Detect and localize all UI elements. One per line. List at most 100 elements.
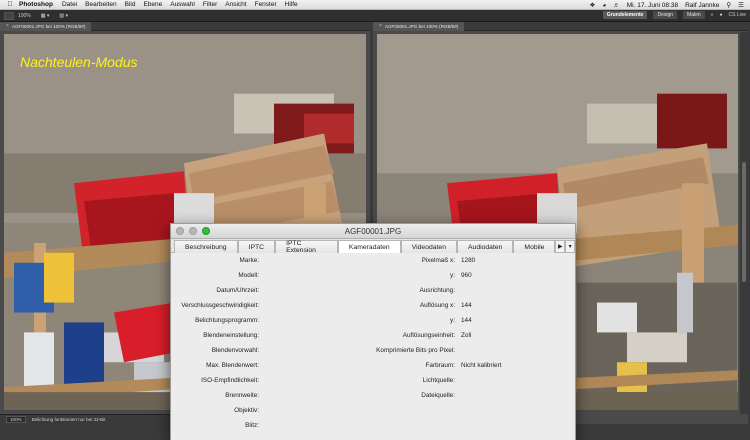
options-zoom[interactable]: 100%	[18, 13, 31, 19]
tab-scroll-right-icon[interactable]: ▶	[555, 240, 566, 253]
spotlight-icon[interactable]: ⚲	[726, 1, 731, 9]
field-row: Blendeneinstellung:	[171, 332, 265, 339]
field-label: ISO-Empfindlichkeit:	[201, 377, 259, 384]
tab-iptc-extension[interactable]: IPTC Extension	[275, 240, 338, 254]
field-label: Belichtungsprogramm:	[195, 317, 259, 324]
field-value: Nicht kalibriert	[461, 362, 502, 369]
field-value: 144	[461, 317, 472, 324]
apple-icon[interactable]: 	[5, 1, 15, 8]
tab-menu-chevron-down-icon[interactable]: ▾	[565, 240, 575, 253]
field-row: Marke:	[171, 257, 265, 264]
field-row: Belichtungsprogramm:	[171, 317, 265, 324]
field-label: Pixelmaß x:	[421, 257, 455, 264]
field-row: y: 960	[321, 272, 472, 279]
field-row: Blendenvorwahl:	[171, 347, 265, 354]
field-row: Objektiv:	[171, 407, 265, 414]
workspace-malen[interactable]: Malen	[683, 11, 705, 19]
menu-auswahl[interactable]: Auswahl	[170, 1, 195, 8]
field-label: Brennweite:	[225, 392, 259, 399]
cs-live-label[interactable]: CS Live	[728, 12, 746, 18]
field-value: Zoll	[461, 332, 472, 339]
field-row: Dateiquelle:	[321, 392, 461, 399]
status-text: Belichtung funktioniert nur bei 32-Bit	[31, 417, 106, 422]
workspace-design[interactable]: Design	[653, 11, 678, 19]
night-mode-label: Nachteulen-Modus	[20, 54, 138, 70]
close-tab-icon[interactable]: ×	[379, 23, 382, 29]
field-label: Blitz:	[245, 422, 259, 429]
menu-bild[interactable]: Bild	[125, 1, 136, 8]
field-label: y:	[450, 317, 455, 324]
menubar-user[interactable]: Ralf Jannke	[685, 2, 719, 9]
field-label: Dateiquelle:	[421, 392, 455, 399]
arrange-icon[interactable]: ▦ ▾	[41, 13, 50, 19]
document-tab-bar: × AGF00001.JPG bei 100% (RGB/8#)	[373, 21, 748, 31]
menu-fenster[interactable]: Fenster	[255, 1, 277, 8]
minimize-window-button[interactable]	[189, 227, 197, 235]
field-label: Blendenvorwahl:	[211, 347, 259, 354]
close-tab-icon[interactable]: ×	[6, 23, 9, 29]
menu-hilfe[interactable]: Hilfe	[285, 1, 298, 8]
field-value: 960	[461, 272, 472, 279]
menu-bar:  Photoshop Datei Bearbeiten Bild Ebene …	[0, 0, 750, 10]
field-row: Auflösungseinheit: Zoll	[321, 332, 472, 339]
field-row: Pixelmaß x: 1280	[321, 257, 476, 264]
zoom-window-button[interactable]	[202, 227, 210, 235]
field-value: 1280	[461, 257, 476, 264]
volume-icon[interactable]: ♬	[613, 2, 620, 9]
field-row: Ausrichtung:	[321, 287, 461, 294]
field-row: Farbraum: Nicht kalibriert	[321, 362, 502, 369]
field-row: Auflösung x: 144	[321, 302, 472, 309]
field-label: Blendeneinstellung:	[203, 332, 259, 339]
dropbox-icon[interactable]: ❖	[590, 1, 596, 9]
options-bar: 100% ▦ ▾ ▧ ▾ Grundelemente Design Malen …	[0, 10, 750, 22]
field-row: Verschlussgeschwindigkeit:	[171, 302, 265, 309]
document-tab-right[interactable]: × AGF00001.JPG bei 100% (RGB/8#)	[373, 21, 465, 31]
tab-beschreibung[interactable]: Beschreibung	[174, 240, 238, 253]
vertical-scrollbar[interactable]	[740, 32, 748, 414]
field-label: y:	[450, 272, 455, 279]
menu-ansicht[interactable]: Ansicht	[225, 1, 246, 8]
hand-tool-icon[interactable]	[4, 11, 14, 20]
wifi-icon[interactable]: ◕	[602, 2, 606, 9]
document-tab-bar: × AGF00001.JPG bei 100% (RGB/8#)	[0, 21, 370, 31]
menu-ebene[interactable]: Ebene	[143, 1, 162, 8]
field-row: Modell:	[171, 272, 265, 279]
menu-bearbeiten[interactable]: Bearbeiten	[85, 1, 116, 8]
menu-filter[interactable]: Filter	[203, 1, 217, 8]
screen:  Photoshop Datei Bearbeiten Bild Ebene …	[0, 0, 750, 440]
cs-live-icon[interactable]: ●	[719, 12, 722, 18]
menubar-datetime[interactable]: Mi. 17. Juni 08:38	[627, 2, 678, 9]
field-label: Objektiv:	[234, 407, 259, 414]
menu-app-name[interactable]: Photoshop	[19, 1, 53, 8]
field-row: Blitz:	[171, 422, 265, 429]
field-row: Lichtquelle:	[321, 377, 461, 384]
field-label: Datum/Uhrzeit:	[216, 287, 259, 294]
document-tab-label: AGF00001.JPG bei 100% (RGB/8#)	[384, 23, 459, 29]
dialog-titlebar[interactable]: AGF00001.JPG	[171, 224, 575, 239]
close-window-button[interactable]	[176, 227, 184, 235]
camera-data-panel: Marke: Modell: Datum/Uhrzeit: Verschluss…	[171, 253, 575, 440]
workspace-grundelemente[interactable]: Grundelemente	[602, 11, 648, 19]
field-label: Auflösungseinheit:	[402, 332, 455, 339]
field-label: Marke:	[239, 257, 259, 264]
list-icon[interactable]: ☰	[738, 1, 744, 9]
tab-videodaten[interactable]: Videodaten	[400, 240, 457, 253]
file-info-dialog: AGF00001.JPG Beschreibung IPTC IPTC Exte…	[170, 223, 576, 440]
field-label: Auflösung x:	[419, 302, 455, 309]
dialog-tabs: Beschreibung IPTC IPTC Extension Kamerad…	[171, 239, 575, 254]
tab-audiodaten[interactable]: Audiodaten	[457, 240, 514, 253]
scrollbar-thumb[interactable]	[742, 162, 746, 282]
tab-mobile[interactable]: Mobile	[513, 240, 556, 253]
field-row: Datum/Uhrzeit:	[171, 287, 265, 294]
status-zoom[interactable]: 100%	[6, 416, 26, 423]
field-row: Brennweite:	[171, 392, 265, 399]
screen-mode-icon[interactable]: ▧ ▾	[59, 13, 68, 19]
menu-datei[interactable]: Datei	[62, 1, 77, 8]
workspace-more[interactable]: »	[711, 12, 714, 18]
document-tab-left[interactable]: × AGF00001.JPG bei 100% (RGB/8#)	[0, 21, 92, 31]
field-label: Farbraum:	[425, 362, 455, 369]
field-row: y: 144	[321, 317, 472, 324]
field-label: Verschlussgeschwindigkeit:	[181, 302, 259, 309]
tab-kameradaten[interactable]: Kameradaten	[337, 240, 401, 253]
tab-iptc[interactable]: IPTC	[237, 240, 276, 253]
